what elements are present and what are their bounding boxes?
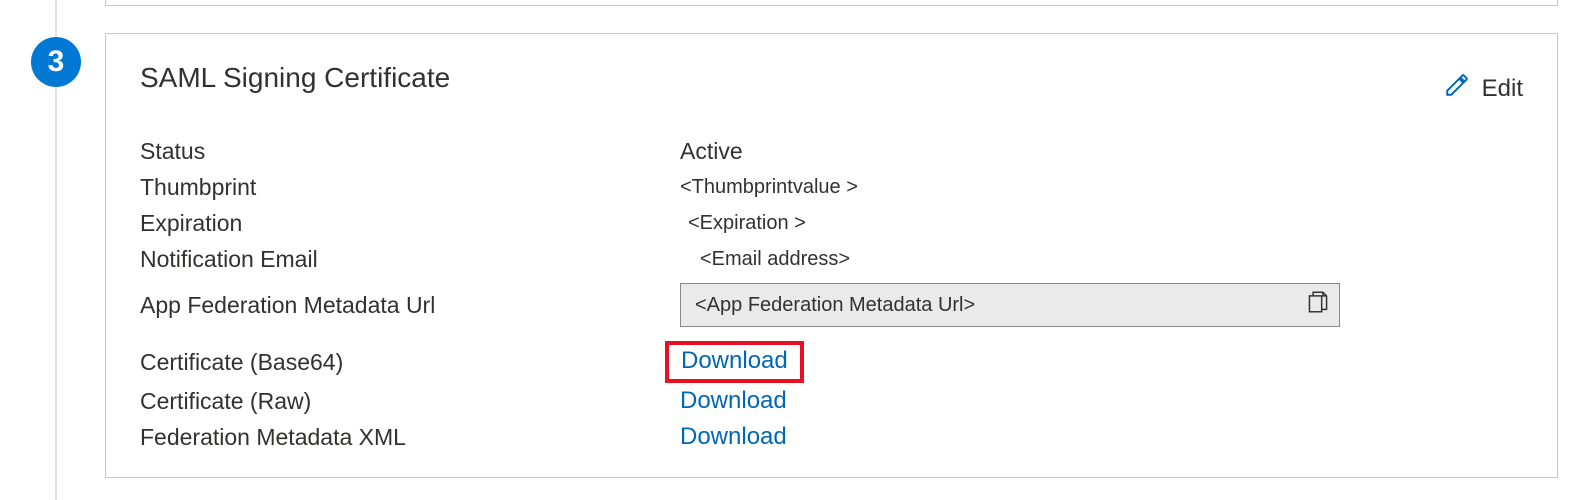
field-row-expiration: Expiration <Expiration > <box>140 205 1523 241</box>
status-label: Status <box>140 138 680 165</box>
field-row-fed-xml: Federation Metadata XML Download <box>140 419 1523 455</box>
field-row-metadata-url: App Federation Metadata Url <App Federat… <box>140 283 1523 327</box>
notification-email-value: <Email address> <box>680 248 850 271</box>
thumbprint-value: <Thumbprintvalue > <box>680 176 858 199</box>
step-number-badge: 3 <box>31 37 81 87</box>
expiration-value: <Expiration > <box>680 212 806 235</box>
metadata-url-value: <App Federation Metadata Url> <box>695 294 975 317</box>
expiration-label: Expiration <box>140 210 680 237</box>
fed-xml-label: Federation Metadata XML <box>140 424 680 451</box>
download-fed-xml-link[interactable]: Download <box>680 423 787 451</box>
field-row-cert-raw: Certificate (Raw) Download <box>140 383 1523 419</box>
edit-button-label: Edit <box>1482 75 1523 103</box>
previous-card-edge <box>105 0 1558 6</box>
card-header: SAML Signing Certificate Edit <box>140 62 1523 105</box>
cert-base64-label: Certificate (Base64) <box>140 349 680 376</box>
field-row-cert-base64: Certificate (Base64) Download <box>140 341 1523 383</box>
cert-raw-label: Certificate (Raw) <box>140 388 680 415</box>
card-title: SAML Signing Certificate <box>140 62 450 94</box>
pencil-icon <box>1444 72 1470 105</box>
fields-grid: Status Active Thumbprint <Thumbprintvalu… <box>140 133 1523 455</box>
field-row-status: Status Active <box>140 133 1523 169</box>
thumbprint-label: Thumbprint <box>140 174 680 201</box>
status-value: Active <box>680 138 743 165</box>
copy-button[interactable] <box>1303 290 1333 320</box>
download-raw-link[interactable]: Download <box>680 387 787 415</box>
metadata-url-label: App Federation Metadata Url <box>140 292 680 319</box>
edit-button[interactable]: Edit <box>1444 72 1523 105</box>
download-base64-link[interactable]: Download <box>681 347 788 374</box>
field-row-notification-email: Notification Email <Email address> <box>140 241 1523 277</box>
field-row-thumbprint: Thumbprint <Thumbprintvalue > <box>140 169 1523 205</box>
metadata-url-input[interactable]: <App Federation Metadata Url> <box>680 283 1340 327</box>
saml-signing-certificate-card: SAML Signing Certificate Edit Status Act… <box>105 33 1558 478</box>
notification-email-label: Notification Email <box>140 246 680 273</box>
copy-icon <box>1308 291 1328 319</box>
download-base64-highlight: Download <box>665 341 804 383</box>
